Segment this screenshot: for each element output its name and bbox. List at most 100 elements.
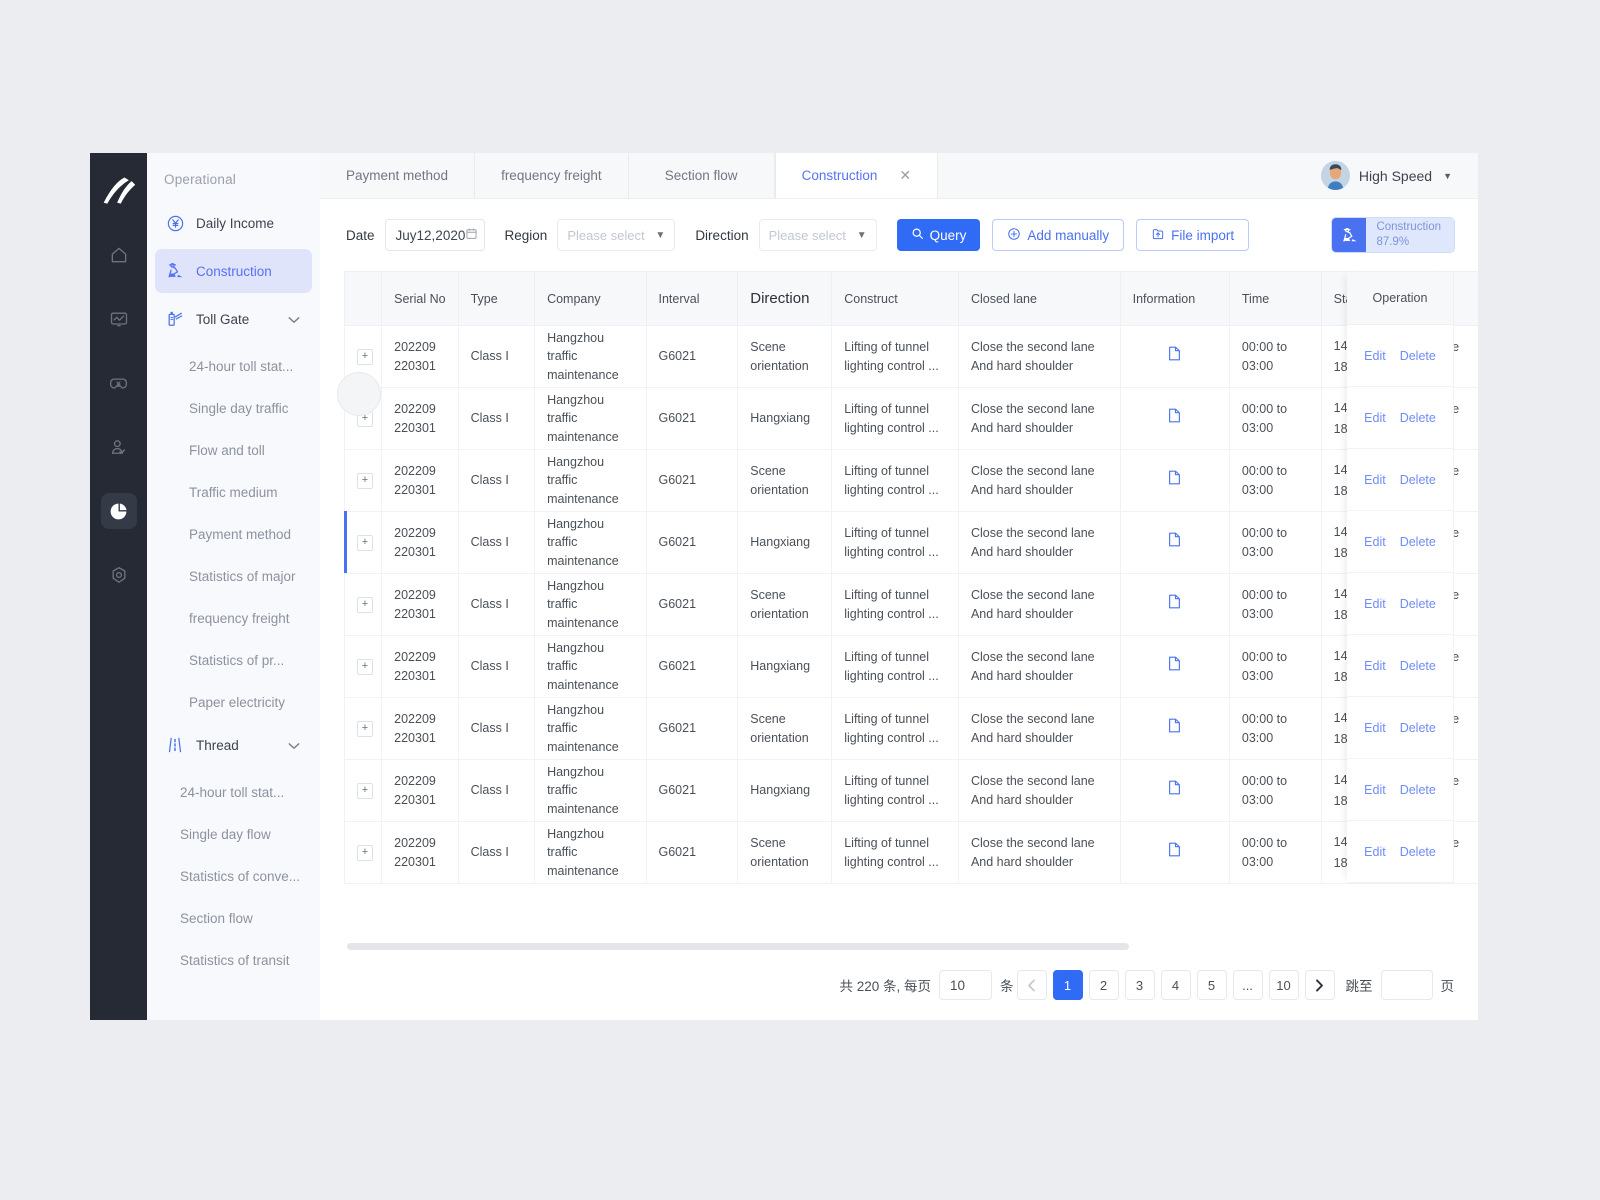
edit-link[interactable]: Edit [1364, 411, 1386, 425]
direction-select[interactable]: Please select ▼ [758, 219, 877, 251]
sidebar-subitem-statistics-of-pr[interactable]: Statistics of pr... [147, 639, 320, 681]
close-icon[interactable]: ✕ [899, 167, 911, 184]
doc-icon[interactable] [1168, 657, 1181, 674]
delete-link[interactable]: Delete [1400, 783, 1436, 797]
tab-frequency-freight[interactable]: frequency freight [475, 153, 629, 198]
sidebar-subitem-single-day-traffic[interactable]: Single day traffic [147, 387, 320, 429]
delete-link[interactable]: Delete [1400, 535, 1436, 549]
header-company[interactable]: Company [534, 271, 647, 326]
edit-link[interactable]: Edit [1364, 659, 1386, 673]
doc-icon[interactable] [1168, 409, 1181, 426]
rail-item-monitor-chart[interactable] [101, 301, 137, 337]
header-closed-lane[interactable]: Closed lane [958, 271, 1121, 326]
query-button[interactable]: Query [896, 219, 981, 251]
pagination-page-10[interactable]: 10 [1268, 970, 1299, 1000]
date-input[interactable]: Juy12,2020 [384, 219, 485, 251]
doc-icon[interactable] [1168, 781, 1181, 798]
pagination-page-4[interactable]: 4 [1160, 970, 1191, 1000]
page-size-input[interactable]: 10 [939, 970, 992, 1000]
header-information[interactable]: Information [1120, 271, 1230, 326]
chevron-down-icon[interactable] [288, 738, 300, 753]
sidebar-item-construction[interactable]: Construction [155, 249, 312, 293]
sidebar-group-toll-gate[interactable]: Toll Gate [155, 297, 312, 341]
row-expand-button[interactable]: + [357, 658, 373, 675]
rail-item-gamepad-yen[interactable] [101, 365, 137, 401]
delete-link[interactable]: Delete [1400, 845, 1436, 859]
header-interval[interactable]: Interval [646, 271, 739, 326]
edit-link[interactable]: Edit [1364, 473, 1386, 487]
rail-item-user-check[interactable] [101, 429, 137, 465]
rail-item-settings-target[interactable] [101, 557, 137, 593]
table-row[interactable]: +202209 220301 Class I Hangzhou traffic main… [343, 821, 1478, 884]
delete-link[interactable]: Delete [1400, 473, 1436, 487]
sidebar-subitem-statistics-of-major[interactable]: Statistics of major [147, 555, 320, 597]
sidebar-group-thread[interactable]: Thread [155, 723, 312, 767]
sidebar-item-daily-income[interactable]: Daily Income [155, 201, 312, 245]
region-select[interactable]: Please select ▼ [557, 219, 676, 251]
user-menu[interactable]: High Speed ▼ [1320, 153, 1478, 198]
row-expand-button[interactable]: + [357, 844, 373, 861]
doc-icon[interactable] [1168, 347, 1181, 364]
add-manually-button[interactable]: Add manually [992, 219, 1125, 251]
sidebar-subitem-statistics-of-transit[interactable]: Statistics of transit [147, 939, 320, 981]
header-serial-no[interactable]: Serial No [381, 271, 459, 326]
pagination-ellipsis[interactable]: ... [1232, 970, 1263, 1000]
file-import-button[interactable]: File import [1136, 219, 1250, 251]
row-expand-button[interactable]: + [357, 348, 373, 365]
table-row[interactable]: +202209 220301 Class I Hangzhou traffic main… [343, 511, 1478, 574]
doc-icon[interactable] [1168, 533, 1181, 550]
pagination-page-2[interactable]: 2 [1088, 970, 1119, 1000]
table-row[interactable]: +202209 220301 Class I Hangzhou traffic main… [343, 573, 1478, 636]
doc-icon[interactable] [1168, 843, 1181, 860]
row-expand-button[interactable]: + [357, 472, 373, 489]
sidebar-subitem-24-hour-toll-stat-2[interactable]: 24-hour toll stat... [147, 771, 320, 813]
sidebar-subitem-section-flow[interactable]: Section flow [147, 897, 320, 939]
sidebar-subitem-statistics-of-conve[interactable]: Statistics of conve... [147, 855, 320, 897]
chevron-down-icon[interactable]: ▼ [1443, 171, 1452, 181]
sidebar-subitem-24-hour-toll-stat[interactable]: 24-hour toll stat... [147, 345, 320, 387]
edit-link[interactable]: Edit [1364, 597, 1386, 611]
table-row[interactable]: +202209 220301 Class I Hangzhou traffic main… [343, 325, 1478, 388]
header-direction[interactable]: Direction [737, 271, 833, 326]
edit-link[interactable]: Edit [1364, 721, 1386, 735]
sidebar-subitem-paper-electricity[interactable]: Paper electricity [147, 681, 320, 723]
construction-progress-badge[interactable]: Construction 87.9% [1332, 218, 1454, 252]
app-logo[interactable] [101, 175, 137, 207]
row-expand-button[interactable]: + [357, 534, 373, 551]
table-row[interactable]: +202209 220301 Class I Hangzhou traffic main… [343, 387, 1478, 450]
edit-link[interactable]: Edit [1364, 349, 1386, 363]
sidebar-subitem-single-day-flow[interactable]: Single day flow [147, 813, 320, 855]
doc-icon[interactable] [1168, 595, 1181, 612]
tab-section-flow[interactable]: Section flow [629, 153, 775, 198]
horizontal-scrollbar[interactable] [347, 943, 1129, 950]
header-type[interactable]: Type [458, 271, 536, 326]
sidebar-subitem-payment-method[interactable]: Payment method [147, 513, 320, 555]
pagination-page-1[interactable]: 1 [1052, 970, 1083, 1000]
row-expand-button[interactable]: + [357, 720, 373, 737]
edit-link[interactable]: Edit [1364, 845, 1386, 859]
row-expand-button[interactable]: + [357, 782, 373, 799]
delete-link[interactable]: Delete [1400, 349, 1436, 363]
delete-link[interactable]: Delete [1400, 597, 1436, 611]
edit-link[interactable]: Edit [1364, 535, 1386, 549]
header-construct[interactable]: Construct [831, 271, 959, 326]
delete-link[interactable]: Delete [1400, 721, 1436, 735]
pagination-page-3[interactable]: 3 [1124, 970, 1155, 1000]
edit-link[interactable]: Edit [1364, 783, 1386, 797]
sidebar-subitem-frequency-freight[interactable]: frequency freight [147, 597, 320, 639]
pagination-page-5[interactable]: 5 [1196, 970, 1227, 1000]
rail-item-pie-chart[interactable] [100, 493, 137, 529]
table-row[interactable]: +202209 220301 Class I Hangzhou traffic main… [343, 759, 1478, 822]
table-row[interactable]: +202209 220301 Class I Hangzhou traffic main… [343, 697, 1478, 760]
table-row[interactable]: +202209 220301 Class I Hangzhou traffic main… [343, 635, 1478, 698]
table-row[interactable]: +202209 220301 Class I Hangzhou traffic main… [343, 449, 1478, 512]
doc-icon[interactable] [1168, 719, 1181, 736]
tab-construction[interactable]: Construction ✕ [774, 153, 939, 198]
doc-icon[interactable] [1168, 471, 1181, 488]
pagination-prev[interactable] [1016, 970, 1047, 1000]
delete-link[interactable]: Delete [1400, 411, 1436, 425]
rail-item-home[interactable] [101, 237, 137, 273]
sidebar-subitem-flow-and-toll[interactable]: Flow and toll [147, 429, 320, 471]
sidebar-subitem-traffic-medium[interactable]: Traffic medium [147, 471, 320, 513]
header-time[interactable]: Time [1229, 271, 1322, 326]
